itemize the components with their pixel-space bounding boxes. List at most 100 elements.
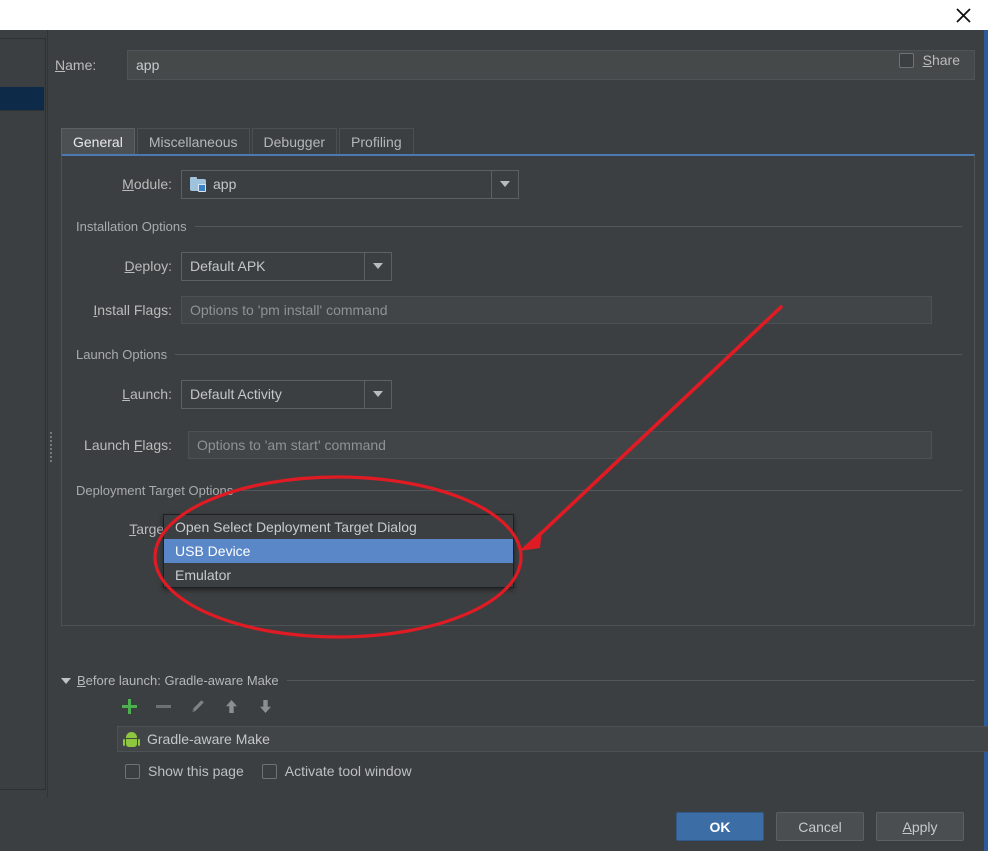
launch-flags-label-pre: Launch [84, 437, 134, 453]
tab-profiling[interactable]: Profiling [339, 128, 414, 155]
sidebar-item-selected[interactable] [0, 87, 44, 111]
launch-options-title: Launch Options [76, 346, 168, 362]
close-icon[interactable] [950, 3, 976, 27]
module-value-wrap: app [182, 176, 491, 192]
activate-tool-window-label: Activate tool window [284, 763, 412, 779]
install-flags-label-rest: nstall Flags: [97, 302, 172, 318]
tab-miscellaneous[interactable]: Miscellaneous [136, 128, 250, 155]
before-launch-title-rest: efore launch: Gradle-aware Make [85, 673, 279, 688]
module-value: app [213, 176, 237, 192]
launch-options-section: Launch Options [76, 346, 962, 362]
show-this-page-checkbox[interactable]: Show this page [125, 763, 244, 779]
launch-flags-row: Launch Flags: Options to 'am start' comm… [72, 431, 962, 459]
share-label: Share [922, 52, 960, 68]
before-launch-toolbar [121, 698, 274, 715]
section-divider-line [286, 680, 975, 681]
section-divider-line [175, 353, 962, 355]
apply-label-rest: pply [911, 818, 938, 835]
name-mnemonic: N [55, 57, 66, 73]
android-icon [123, 731, 140, 747]
deploy-dropdown-arrow[interactable] [364, 252, 391, 280]
apply-button[interactable]: Apply [876, 812, 964, 841]
tab-bar: General Miscellaneous Debugger Profiling [61, 127, 416, 155]
launch-combobox[interactable]: Default Activity [181, 379, 392, 409]
deployment-target-options-section: Deployment Target Options [76, 482, 962, 498]
before-launch-checkbox-group: Show this page Activate tool window [125, 763, 412, 779]
module-row: Module: app [72, 169, 952, 199]
dialog-footer: OK Cancel Apply [676, 812, 964, 841]
launch-value: Default Activity [190, 386, 282, 402]
name-row: Name: [55, 48, 975, 82]
launch-flags-label-rest: lags: [142, 437, 172, 453]
show-this-page-label: Show this page [148, 763, 244, 779]
deploy-row: Deploy: Default APK [72, 251, 952, 281]
deploy-label-rest: eploy: [134, 258, 172, 274]
installation-options-title: Installation Options [76, 218, 187, 234]
activate-tool-window-checkbox[interactable]: Activate tool window [261, 763, 412, 779]
target-dropdown-popup[interactable]: Open Select Deployment Target Dialog USB… [163, 514, 514, 588]
panel-splitter-handle[interactable] [47, 430, 55, 464]
arrow-down-icon[interactable] [257, 698, 274, 715]
run-debug-configurations-dialog: Name: Share General Miscellaneous Debugg… [0, 0, 988, 851]
deploy-mnemonic: D [124, 258, 135, 274]
target-label: Target: [72, 521, 172, 537]
dialog-content: Name: Share General Miscellaneous Debugg… [55, 30, 988, 851]
install-flags-label: Install Flags: [72, 302, 172, 318]
chevron-down-icon [373, 263, 383, 269]
module-mnemonic: M [122, 176, 134, 192]
deploy-label: Deploy: [72, 258, 172, 274]
apply-mnemonic: A [902, 818, 912, 835]
deployment-target-options-title: Deployment Target Options [76, 482, 234, 498]
deploy-value: Default APK [190, 258, 266, 274]
window-titlebar [0, 0, 988, 30]
module-combobox[interactable]: app [181, 169, 519, 199]
name-input[interactable] [127, 50, 975, 80]
configurations-tree[interactable] [0, 38, 46, 790]
launch-label-rest: aunch: [129, 386, 172, 402]
minus-icon [155, 698, 172, 715]
launch-flags-label: Launch Flags: [72, 437, 172, 453]
before-launch-task-label: Gradle-aware Make [147, 731, 270, 747]
module-label-rest: odule: [133, 176, 172, 192]
share-mnemonic: S [922, 52, 932, 68]
installation-options-section: Installation Options [76, 218, 962, 234]
plus-icon[interactable] [121, 698, 138, 715]
activate-tool-window-checkbox-box[interactable] [261, 763, 277, 779]
install-flags-row: Install Flags: Options to 'pm install' c… [72, 296, 962, 324]
before-launch-mnemonic: B [77, 673, 86, 688]
arrow-up-icon[interactable] [223, 698, 240, 715]
ok-button[interactable]: OK [676, 812, 764, 841]
dialog-body: Name: Share General Miscellaneous Debugg… [0, 30, 988, 851]
chevron-down-icon [373, 391, 383, 397]
share-checkbox[interactable]: Share [898, 52, 960, 68]
name-label: Name: [55, 57, 127, 73]
dropdown-item-open-select-deployment-target-dialog[interactable]: Open Select Deployment Target Dialog [164, 515, 513, 539]
module-folder-icon [190, 176, 207, 192]
launch-row: Launch: Default Activity [72, 379, 952, 409]
section-divider-line [194, 225, 962, 227]
pencil-icon [189, 698, 206, 715]
section-divider-line [241, 489, 962, 491]
launch-mnemonic: L [122, 386, 130, 402]
configurations-sidebar [0, 30, 48, 798]
cancel-button[interactable]: Cancel [776, 812, 864, 841]
deploy-combobox[interactable]: Default APK [181, 251, 392, 281]
before-launch-header: Before launch: Gradle-aware Make [61, 672, 975, 689]
module-label: Module: [72, 176, 172, 192]
chevron-down-icon [500, 181, 510, 187]
launch-dropdown-arrow[interactable] [364, 380, 391, 408]
launch-flags-input[interactable]: Options to 'am start' command [188, 431, 932, 459]
before-launch-title: Before launch: Gradle-aware Make [77, 673, 287, 688]
dropdown-item-usb-device[interactable]: USB Device [164, 539, 513, 563]
show-this-page-checkbox-box[interactable] [125, 763, 140, 779]
module-dropdown-arrow[interactable] [491, 170, 518, 198]
launch-label: Launch: [72, 386, 172, 402]
collapse-triangle-icon[interactable] [61, 677, 71, 684]
before-launch-task-list[interactable]: Gradle-aware Make [117, 726, 988, 752]
tab-general[interactable]: General [61, 128, 135, 155]
dropdown-item-emulator[interactable]: Emulator [164, 563, 513, 587]
install-flags-input[interactable]: Options to 'pm install' command [181, 296, 932, 324]
tab-debugger[interactable]: Debugger [251, 128, 338, 155]
name-label-rest: ame: [65, 57, 97, 73]
share-checkbox-box[interactable] [898, 52, 914, 68]
